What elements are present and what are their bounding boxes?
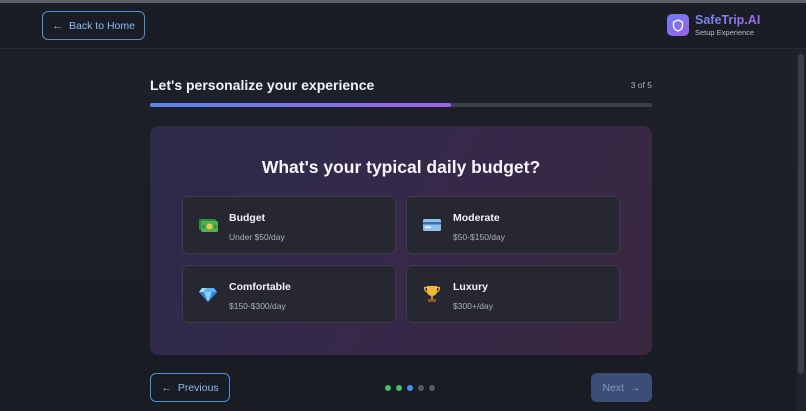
next-button-label: Next [602,381,625,394]
step-dot [385,385,391,391]
step-dot [429,385,435,391]
diamond-icon [199,288,217,302]
scrollbar-thumb[interactable] [798,54,804,374]
step-dots [385,385,435,391]
arrow-left-icon: ← [52,19,64,32]
previous-button-label: Previous [177,381,219,394]
arrow-right-icon: → [630,381,641,394]
progress-bar [150,103,652,107]
option-description: $150-$300/day [229,301,286,311]
step-indicator: 3 of 5 [630,80,652,90]
shield-icon [667,14,689,36]
option-luxury[interactable]: Luxury $300+/day [406,265,620,323]
option-label: Moderate [453,212,500,224]
option-budget[interactable]: Budget Under $50/day [182,196,396,254]
option-description: Under $50/day [229,232,285,242]
question-heading: What's your typical daily budget? [261,157,541,177]
option-description: $300+/day [453,301,493,311]
back-button-label: Back to Home [69,19,135,32]
step-dot [418,385,424,391]
brand-name: SafeTrip.AI [695,13,761,27]
option-moderate[interactable]: Moderate $50-$150/day [406,196,620,254]
option-label: Luxury [453,281,489,293]
option-comfortable[interactable]: Comfortable $150-$300/day [182,265,396,323]
next-button[interactable]: Next → [591,373,652,402]
brand-subtitle: Setup Experience [695,28,755,37]
progress-bar-fill [150,103,452,107]
arrow-left-icon: ← [161,381,172,394]
option-description: $50-$150/day [453,232,505,242]
credit-card-icon [423,219,441,231]
previous-button[interactable]: ← Previous [150,373,230,402]
wizard-page: Let's personalize your experience 3 of 5… [0,50,806,411]
question-card: What's your typical daily budget? Budget… [150,126,652,355]
top-bar: ← Back to Home SafeTrip.AI Setup Experie… [0,3,806,49]
trophy-icon [423,286,441,302]
option-label: Comfortable [229,281,291,293]
option-label: Budget [229,212,266,224]
money-icon [199,219,218,232]
back-to-home-button[interactable]: ← Back to Home [42,11,145,40]
step-dot [407,385,413,391]
page-title: Let's personalize your experience [150,77,375,93]
brand: SafeTrip.AI Setup Experience [667,13,760,37]
step-dot [396,385,402,391]
